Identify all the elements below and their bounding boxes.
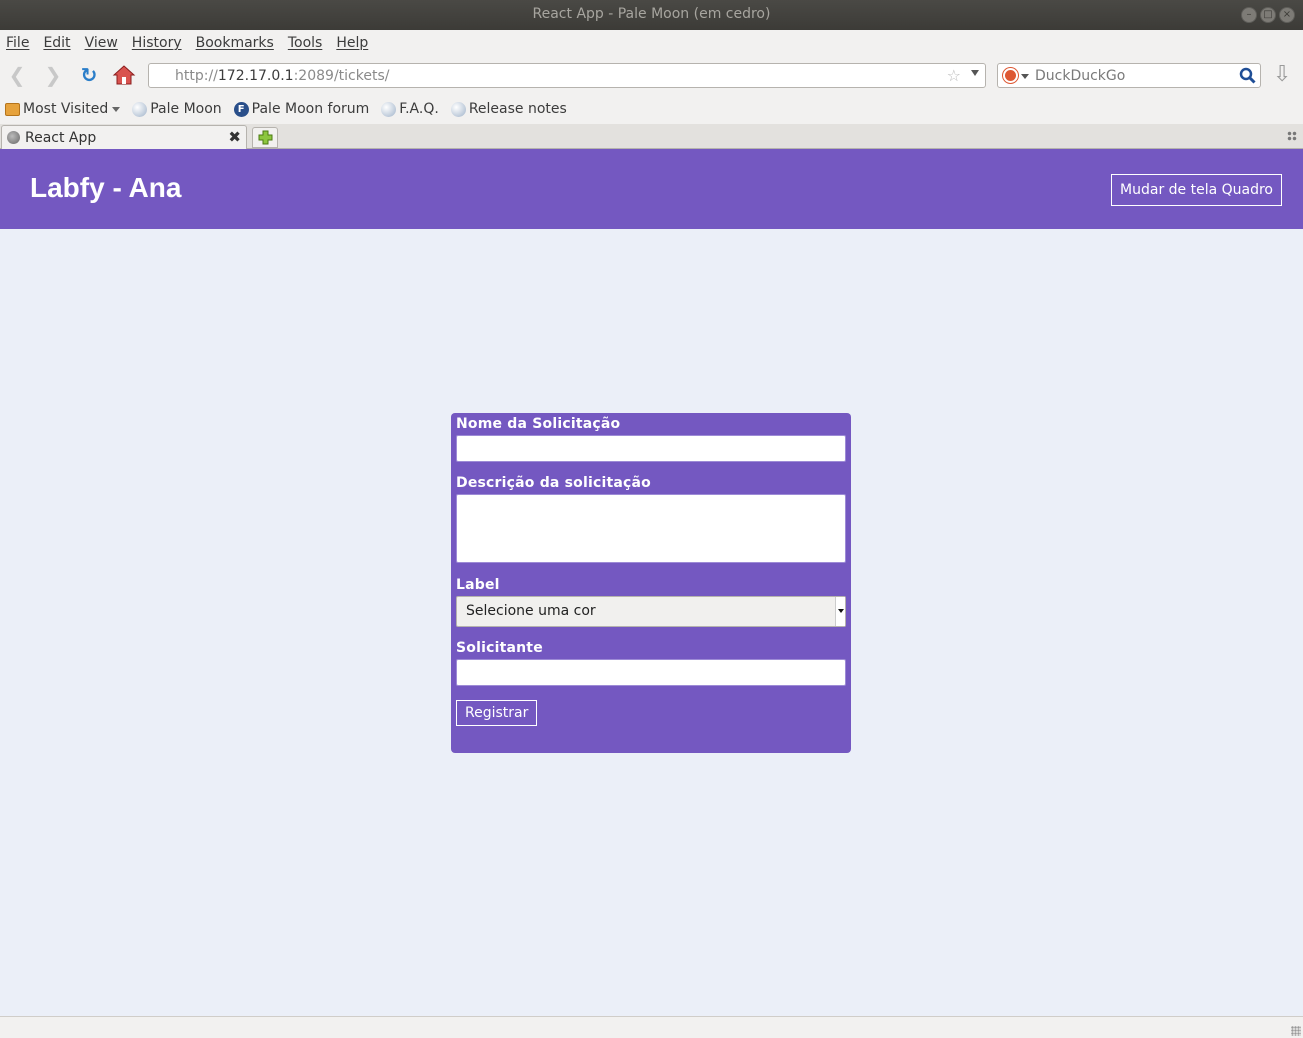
search-bar[interactable]: DuckDuckGo xyxy=(997,63,1261,88)
close-tab-icon[interactable]: ✖ xyxy=(228,128,241,146)
plus-icon xyxy=(258,130,273,145)
globe-icon xyxy=(450,101,466,117)
app-title: Labfy - Ana xyxy=(30,172,182,203)
new-tab-button[interactable] xyxy=(252,127,278,148)
download-icon[interactable]: ⇩ xyxy=(1273,62,1291,87)
bookmark-pale-moon-forum[interactable]: F Pale Moon forum xyxy=(233,101,370,117)
page-content: Labfy - Ana Mudar de tela Quadro Nome da… xyxy=(0,149,1303,1016)
label-label: Label xyxy=(456,577,500,593)
search-engine-dropdown-icon[interactable] xyxy=(1021,74,1029,79)
duckduckgo-icon[interactable] xyxy=(1003,68,1018,83)
maximize-icon[interactable]: □ xyxy=(1260,7,1276,23)
window-titlebar: React App - Pale Moon (em cedro) – □ × xyxy=(0,0,1303,30)
menu-tools[interactable]: Tools xyxy=(288,35,323,51)
bookmark-label: Pale Moon forum xyxy=(251,101,370,117)
switch-screen-button[interactable]: Mudar de tela Quadro xyxy=(1111,174,1282,206)
bookmark-label: Most Visited xyxy=(23,101,109,117)
tab-strip: React App ✖ xyxy=(0,124,1303,149)
search-icon[interactable] xyxy=(1239,67,1256,84)
bookmark-label: F.A.Q. xyxy=(399,101,439,117)
reload-icon[interactable]: ↻ xyxy=(77,64,101,86)
requester-label: Solicitante xyxy=(456,640,543,656)
window-controls: – □ × xyxy=(1241,7,1295,23)
menu-edit[interactable]: Edit xyxy=(43,35,70,51)
forward-icon[interactable]: ❯ xyxy=(41,64,65,86)
menu-help[interactable]: Help xyxy=(336,35,368,51)
menu-view[interactable]: View xyxy=(85,35,118,51)
bookmark-star-icon[interactable]: ☆ xyxy=(947,66,961,85)
back-icon[interactable]: ❮ xyxy=(5,64,29,86)
chevron-down-icon[interactable] xyxy=(835,597,845,626)
search-placeholder: DuckDuckGo xyxy=(1035,68,1126,84)
label-select[interactable]: Selecione uma cor xyxy=(456,596,846,627)
close-window-icon[interactable]: × xyxy=(1279,7,1295,23)
menu-file[interactable]: File xyxy=(6,35,29,51)
description-label: Descrição da solicitação xyxy=(456,475,651,491)
bookmark-label: Release notes xyxy=(468,101,567,117)
folder-icon xyxy=(5,102,20,116)
navigation-toolbar: ❮ ❯ ↻ http://172.17.0.1:2089/tickets/ ☆ … xyxy=(0,56,1303,94)
forum-icon: F xyxy=(233,101,249,117)
menu-history[interactable]: History xyxy=(132,35,182,51)
bookmark-pale-moon[interactable]: Pale Moon xyxy=(132,101,222,117)
bookmark-faq[interactable]: F.A.Q. xyxy=(381,101,439,117)
label-select-value: Selecione uma cor xyxy=(466,603,596,619)
url-bar[interactable]: http://172.17.0.1:2089/tickets/ ☆ xyxy=(148,63,986,88)
bookmark-most-visited[interactable]: Most Visited xyxy=(5,101,121,117)
register-button[interactable]: Registrar xyxy=(456,700,538,726)
chevron-down-icon xyxy=(112,106,121,112)
globe-icon xyxy=(132,101,148,117)
url-text: http://172.17.0.1:2089/tickets/ xyxy=(175,68,390,84)
description-textarea[interactable] xyxy=(456,494,846,563)
resize-grip-icon[interactable] xyxy=(1291,1026,1301,1036)
tab-react-app[interactable]: React App ✖ xyxy=(1,125,247,149)
url-dropdown-icon[interactable] xyxy=(971,70,979,76)
list-all-tabs-icon[interactable] xyxy=(1287,131,1297,141)
tab-label: React App xyxy=(25,130,97,146)
menu-bookmarks[interactable]: Bookmarks xyxy=(196,35,274,51)
home-icon[interactable] xyxy=(112,64,136,86)
status-bar xyxy=(0,1016,1303,1038)
name-label: Nome da Solicitação xyxy=(456,416,621,432)
name-input[interactable] xyxy=(456,435,846,462)
bookmark-release-notes[interactable]: Release notes xyxy=(450,101,567,117)
globe-icon xyxy=(381,101,397,117)
requester-input[interactable] xyxy=(456,659,846,686)
minimize-icon[interactable]: – xyxy=(1241,7,1257,23)
ticket-form: Nome da Solicitação Descrição da solicit… xyxy=(451,413,851,753)
menu-bar: File Edit View History Bookmarks Tools H… xyxy=(0,30,1303,56)
bookmarks-bar: Most Visited Pale Moon F Pale Moon forum… xyxy=(0,94,1303,124)
app-header: Labfy - Ana Mudar de tela Quadro xyxy=(0,149,1303,229)
globe-icon xyxy=(7,131,20,144)
window-title: React App - Pale Moon (em cedro) xyxy=(532,6,771,22)
bookmark-label: Pale Moon xyxy=(150,101,222,117)
